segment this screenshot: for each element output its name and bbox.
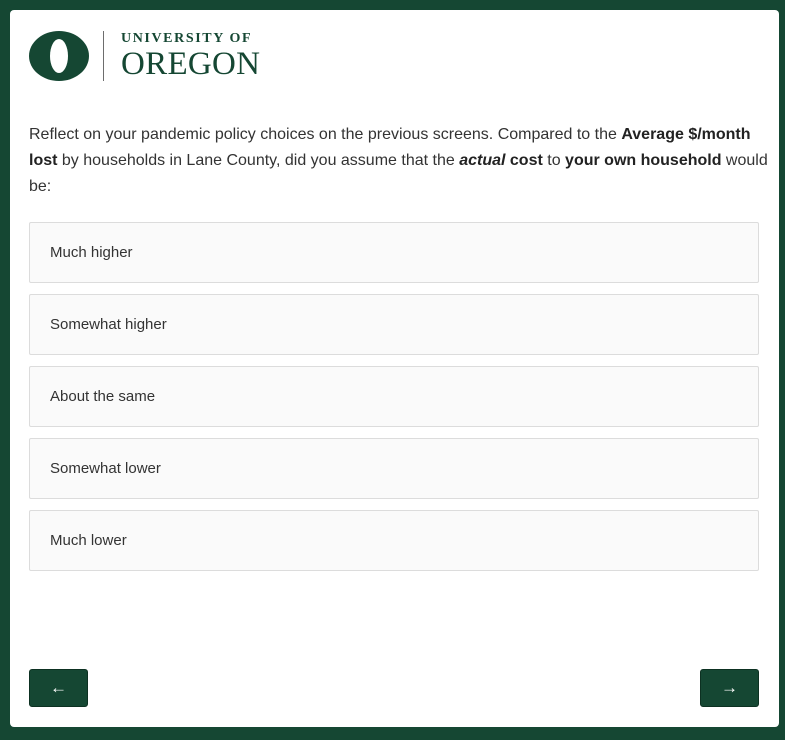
option-label: Much lower: [50, 532, 127, 549]
survey-card: UNIVERSITY OF OREGON Reflect on your pan…: [10, 10, 779, 727]
option-much-higher[interactable]: Much higher: [29, 222, 759, 283]
option-much-lower[interactable]: Much lower: [29, 510, 759, 571]
answer-options: Much higher Somewhat higher About the sa…: [29, 222, 759, 582]
option-somewhat-lower[interactable]: Somewhat lower: [29, 438, 759, 499]
oregon-o-icon: [29, 31, 89, 81]
back-button[interactable]: ←: [29, 669, 88, 707]
university-logo: UNIVERSITY OF OREGON: [29, 30, 260, 82]
question-emphasis: actual: [459, 152, 506, 169]
question-emphasis: cost: [509, 152, 543, 169]
question-part: by households in Lane County, did you as…: [57, 152, 460, 169]
logo-divider: [103, 31, 104, 81]
option-label: Somewhat higher: [50, 316, 167, 333]
question-part: to: [542, 152, 566, 169]
left-arrow-icon: ←: [50, 678, 67, 697]
next-button[interactable]: →: [700, 669, 759, 707]
option-label: About the same: [50, 388, 156, 405]
logo-line-university: UNIVERSITY OF: [121, 30, 253, 46]
question-part: Reflect on your pandemic policy choices …: [29, 126, 622, 143]
logo-wordmark: UNIVERSITY OF OREGON: [121, 30, 261, 82]
option-about-the-same[interactable]: About the same: [29, 366, 759, 427]
option-label: Somewhat lower: [50, 460, 161, 477]
question-text: Reflect on your pandemic policy choices …: [29, 122, 769, 200]
option-somewhat-higher[interactable]: Somewhat higher: [29, 294, 759, 355]
logo-line-oregon: OREGON: [121, 45, 261, 82]
right-arrow-icon: →: [721, 678, 738, 697]
option-label: Much higher: [50, 244, 133, 261]
question-emphasis: your own household: [565, 152, 722, 169]
